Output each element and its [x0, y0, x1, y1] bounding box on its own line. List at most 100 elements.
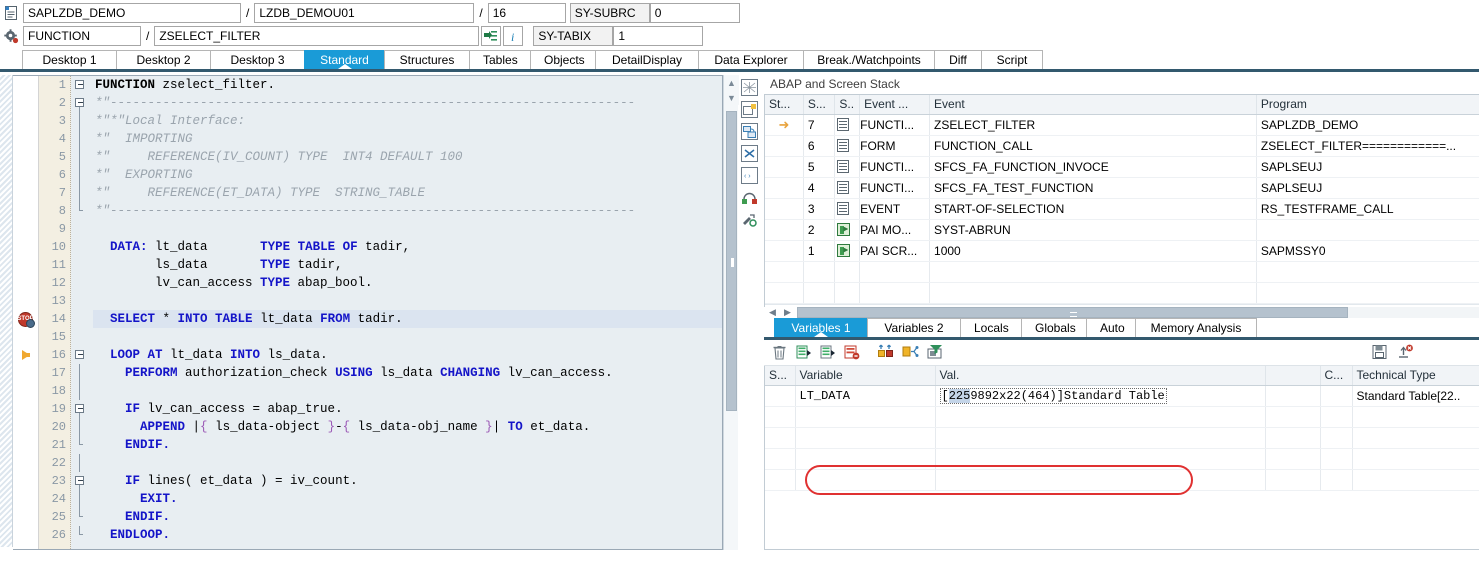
breakpoint-slot[interactable]	[13, 454, 38, 472]
variables-empty-cell[interactable]	[765, 448, 796, 470]
variables-tab-memory-analysis[interactable]: Memory Analysis	[1135, 318, 1257, 337]
fold-marker[interactable]	[71, 256, 93, 274]
fold-collapse-icon[interactable]	[75, 98, 84, 107]
code-vertical-scrollbar[interactable]: ▲ ▼	[723, 75, 739, 550]
code-line[interactable]: EXIT.	[93, 490, 722, 508]
breakpoint-slot[interactable]	[13, 238, 38, 256]
insert-row-after-icon[interactable]	[820, 344, 837, 361]
stack-column-header[interactable]: Event	[929, 95, 1257, 115]
breakpoint-marker[interactable]: STOP	[13, 310, 38, 328]
structure-icon[interactable]	[902, 344, 919, 361]
stack-event-name[interactable]: SFCS_FA_FUNCTION_INVOCE	[929, 156, 1257, 178]
fold-marker[interactable]	[71, 112, 93, 130]
stack-row[interactable]: 5 FUNCTI... SFCS_FA_FUNCTION_INVOCE SAPLSEU…	[765, 156, 1479, 178]
breakpoint-slot[interactable]	[13, 436, 38, 454]
variables-empty-cell[interactable]	[795, 406, 936, 428]
variables-empty-cell[interactable]	[1265, 427, 1321, 449]
code-line[interactable]: *"--------------------------------------…	[93, 202, 722, 220]
stack-event-name[interactable]: SYST-ABRUN	[929, 219, 1257, 241]
variables-empty-cell[interactable]	[1320, 406, 1353, 428]
variables-empty-cell[interactable]	[935, 406, 1266, 428]
variables-empty-cell[interactable]	[795, 469, 936, 491]
variables-empty-row[interactable]	[765, 448, 1479, 470]
variables-column-header[interactable]: Technical Type	[1352, 366, 1479, 386]
stack-event-name[interactable]: 1000	[929, 240, 1257, 262]
panel-resize-hatch[interactable]	[0, 75, 13, 547]
stack-row[interactable]: 3 EVENT START-OF-SELECTION RS_TESTFRAME_CAL…	[765, 198, 1479, 220]
delete-icon[interactable]	[772, 344, 789, 361]
undo-jump-icon[interactable]	[740, 189, 758, 206]
fold-marker[interactable]	[71, 364, 93, 382]
code-line[interactable]	[93, 328, 722, 346]
variables-empty-cell[interactable]	[935, 448, 1266, 470]
fold-marker[interactable]	[71, 472, 93, 490]
close-editor-icon[interactable]	[740, 145, 758, 162]
variables-empty-cell[interactable]	[795, 427, 936, 449]
stack-event-name[interactable]: SFCS_FA_TEST_FUNCTION	[929, 177, 1257, 199]
code-line[interactable]: DATA: lt_data TYPE TABLE OF tadir,	[93, 238, 722, 256]
breakpoint-slot[interactable]	[13, 508, 38, 526]
code-line[interactable]	[93, 382, 722, 400]
code-line[interactable]: lv_can_access TYPE abap_bool.	[93, 274, 722, 292]
fold-marker[interactable]	[71, 382, 93, 400]
fold-marker[interactable]	[71, 166, 93, 184]
code-line[interactable]: *"*"Local Interface:	[93, 112, 722, 130]
code-line[interactable]: ENDIF.	[93, 436, 722, 454]
stack-scroll-track[interactable]	[797, 306, 1479, 318]
scroll-up-icon[interactable]: ▲	[724, 75, 739, 90]
variables-empty-cell[interactable]	[1352, 469, 1479, 491]
variables-column-header[interactable]	[1265, 366, 1321, 386]
variable-value-selection[interactable]: 225	[948, 388, 971, 403]
code-line[interactable]: ENDIF.	[93, 508, 722, 526]
fold-marker[interactable]	[71, 238, 93, 256]
breakpoint-slot[interactable]	[13, 400, 38, 418]
variables-row[interactable]: LT_DATA [2259892x22(464)]Standard Table S…	[765, 385, 1479, 407]
fold-marker[interactable]	[71, 454, 93, 472]
variables-empty-cell[interactable]	[765, 406, 796, 428]
code-line[interactable]: SELECT * INTO TABLE lt_data FROM tadir.	[93, 310, 722, 328]
stack-event-name[interactable]: FUNCTION_CALL	[929, 135, 1257, 157]
stack-program[interactable]: SAPLSEUJ	[1256, 177, 1479, 199]
sy-subrc-value[interactable]: 0	[649, 3, 740, 23]
fold-marker[interactable]	[71, 436, 93, 454]
code-fold-gutter[interactable]	[71, 76, 93, 549]
variables-empty-cell[interactable]	[1320, 469, 1353, 491]
fold-marker[interactable]	[71, 76, 93, 94]
tab-script[interactable]: Script	[981, 50, 1043, 69]
tab-objects[interactable]: Objects	[530, 50, 596, 69]
breakpoint-slot[interactable]	[13, 202, 38, 220]
tab-data-explorer[interactable]: Data Explorer	[698, 50, 804, 69]
delete-row-icon[interactable]	[844, 344, 861, 361]
stack-column-header[interactable]: Event ...	[859, 95, 931, 115]
fold-collapse-icon[interactable]	[75, 80, 84, 89]
fold-marker[interactable]	[71, 328, 93, 346]
stack-program[interactable]	[1256, 219, 1479, 241]
fold-marker[interactable]	[71, 346, 93, 364]
current-statement-marker[interactable]	[13, 346, 38, 364]
variables-body[interactable]: LT_DATA [2259892x22(464)]Standard Table S…	[765, 385, 1479, 491]
stack-row[interactable]: 1PAI SCR...1000SAPMSSY06	[765, 240, 1479, 262]
stack-program[interactable]: SAPLZDB_DEMO	[1256, 114, 1479, 136]
variables-empty-cell[interactable]	[935, 469, 1266, 491]
breakpoint-slot[interactable]	[13, 328, 38, 346]
stack-event-name[interactable]: ZSELECT_FILTER	[929, 114, 1257, 136]
stack-column-header[interactable]: S..	[834, 95, 861, 115]
code-line[interactable]: PERFORM authorization_check USING ls_dat…	[93, 364, 722, 382]
variables-empty-cell[interactable]	[1320, 448, 1353, 470]
tab-tables[interactable]: Tables	[469, 50, 531, 69]
breakpoint-slot[interactable]	[13, 292, 38, 310]
breakpoint-slot[interactable]	[13, 382, 38, 400]
fold-marker[interactable]	[71, 184, 93, 202]
variables-column-header[interactable]: C...	[1320, 366, 1353, 386]
variables-tab-auto[interactable]: Auto	[1086, 318, 1136, 337]
stack-row[interactable]: 2PAI MO...SYST-ABRUN6	[765, 219, 1479, 241]
variables-empty-row[interactable]	[765, 406, 1479, 428]
variables-empty-cell[interactable]	[765, 469, 796, 491]
code-line[interactable]: *" REFERENCE(IV_COUNT) TYPE INT4 DEFAULT…	[93, 148, 722, 166]
fold-marker[interactable]	[71, 274, 93, 292]
fold-marker[interactable]	[71, 220, 93, 238]
code-line[interactable]	[93, 454, 722, 472]
breakpoint-stop-icon[interactable]: STOP	[17, 311, 35, 328]
code-line[interactable]	[93, 292, 722, 310]
fold-marker[interactable]	[71, 526, 93, 544]
